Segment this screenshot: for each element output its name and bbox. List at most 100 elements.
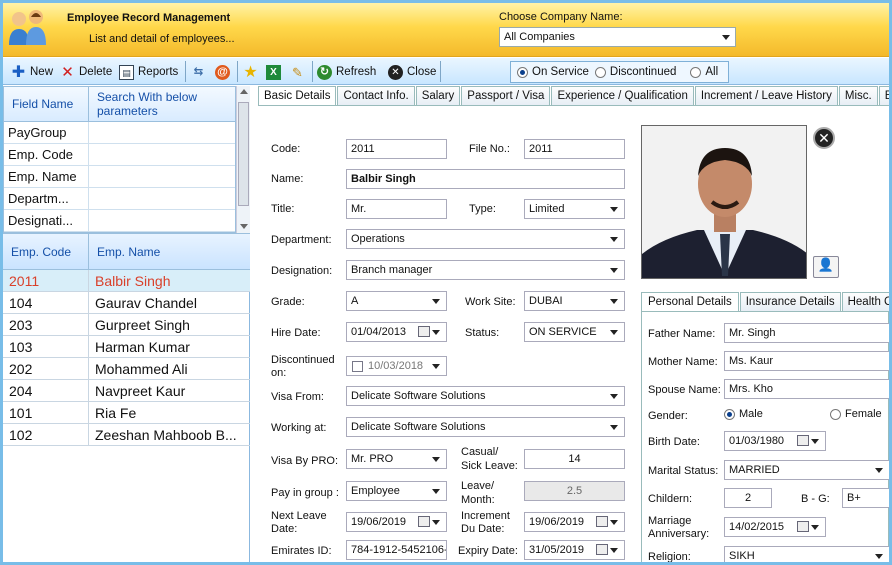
blood-group-label: B - G: [801, 493, 830, 505]
work-site-select[interactable]: DUBAI [524, 291, 625, 311]
tab-expense[interactable]: Expense [878, 86, 889, 105]
visa-pro-select[interactable]: Mr. PRO [346, 449, 447, 469]
gender-female-radio[interactable] [830, 408, 841, 420]
search-row[interactable]: PayGroup [4, 122, 235, 144]
scroll-up-icon[interactable] [240, 89, 248, 94]
expiry-date-picker[interactable]: 31/05/2019 [524, 540, 625, 560]
discontinued-date-value: 10/03/2018 [368, 360, 424, 372]
emp-code-header[interactable]: Emp. Code [3, 234, 89, 270]
tab-health-card[interactable]: Health Card [841, 292, 889, 311]
calendar-icon[interactable] [797, 521, 809, 532]
tab-experience[interactable]: Experience / Qualification [551, 86, 694, 105]
employee-row[interactable]: 203 Gurpreet Singh [3, 314, 250, 336]
code-field[interactable]: 2011 [346, 139, 447, 159]
tab-insurance-details[interactable]: Insurance Details [739, 292, 841, 311]
gender-female-option[interactable]: Female [828, 408, 882, 420]
search-value-cell[interactable] [89, 188, 235, 209]
search-scrollbar[interactable] [236, 86, 250, 233]
discontinued-date-picker[interactable]: 10/03/2018 [346, 356, 447, 376]
delete-button[interactable]: ✕ Delete [60, 62, 112, 82]
designation-label: Designation: [271, 265, 333, 277]
marital-status-select[interactable]: MARRIED [724, 460, 889, 480]
calendar-icon[interactable] [418, 516, 430, 527]
calendar-icon[interactable] [418, 326, 430, 337]
scroll-thumb[interactable] [238, 102, 249, 206]
filter-all-radio[interactable] [690, 66, 702, 78]
company-select[interactable]: All Companies [499, 27, 736, 47]
employee-row[interactable]: 103 Harman Kumar [3, 336, 250, 358]
search-field-label: PayGroup [4, 122, 89, 143]
increment-date-picker[interactable]: 19/06/2019 [524, 512, 625, 532]
search-value-cell[interactable] [89, 122, 235, 143]
export-button[interactable]: ⇆ [191, 62, 206, 82]
working-at-select[interactable]: Delicate Software Solutions [346, 417, 625, 437]
religion-select[interactable]: SIKH [724, 546, 889, 562]
mother-name-field[interactable]: Ms. Kaur [724, 351, 889, 371]
children-field[interactable]: 2 [724, 488, 772, 508]
calendar-icon[interactable] [596, 544, 608, 555]
reports-button[interactable]: ▤ Reports [119, 62, 178, 82]
search-value-cell[interactable] [89, 166, 235, 187]
tab-increment-leave[interactable]: Increment / Leave History [694, 86, 838, 105]
employee-row[interactable]: 2011 Balbir Singh [3, 270, 250, 292]
father-name-field[interactable]: Mr. Singh [724, 323, 889, 343]
title-field[interactable]: Mr. [346, 199, 447, 219]
type-select[interactable]: Limited [524, 199, 625, 219]
tab-contact-info[interactable]: Contact Info. [337, 86, 415, 105]
visa-from-select[interactable]: Delicate Software Solutions [346, 386, 625, 406]
pay-group-label: Pay in group : [271, 487, 339, 499]
close-button[interactable]: ✕ Close [388, 62, 436, 82]
calendar-icon[interactable] [797, 435, 809, 446]
status-select[interactable]: ON SERVICE [524, 322, 625, 342]
discontinued-checkbox[interactable] [352, 361, 363, 372]
app-title: Employee Record Management [67, 12, 231, 24]
gender-male-radio[interactable] [724, 408, 735, 420]
filter-on-service-radio[interactable] [517, 66, 528, 78]
anniversary-date-picker[interactable]: 14/02/2015 [724, 517, 826, 537]
emirates-id-field[interactable]: 784-1912-5452106- [346, 540, 447, 560]
search-row[interactable]: Emp. Code [4, 144, 235, 166]
employee-row[interactable]: 101 Ria Fe [3, 402, 250, 424]
search-value-cell[interactable] [89, 210, 235, 231]
search-row[interactable]: Emp. Name [4, 166, 235, 188]
employee-row[interactable]: 204 Navpreet Kaur [3, 380, 250, 402]
hire-date-picker[interactable]: 01/04/2013 [346, 322, 447, 342]
employee-row[interactable]: 102 Zeeshan Mahboob B... [3, 424, 250, 446]
refresh-button[interactable]: ↻ Refresh [317, 62, 376, 82]
next-leave-date-picker[interactable]: 19/06/2019 [346, 512, 447, 532]
employee-row[interactable]: 202 Mohammed Ali [3, 358, 250, 380]
calendar-icon[interactable] [596, 516, 608, 527]
search-row[interactable]: Designati... [4, 210, 235, 232]
department-select[interactable]: Operations [346, 229, 625, 249]
casual-leave-field[interactable]: 14 [524, 449, 625, 469]
gender-male-option[interactable]: Male [722, 408, 763, 420]
employee-row[interactable]: 104 Gaurav Chandel [3, 292, 250, 314]
file-no-field[interactable]: 2011 [524, 139, 625, 159]
birth-date-picker[interactable]: 01/03/1980 [724, 431, 826, 451]
tab-personal-details[interactable]: Personal Details [641, 292, 739, 312]
favorite-button[interactable]: ★ [243, 62, 258, 82]
search-value-cell[interactable] [89, 144, 235, 165]
leave-month-field[interactable]: 2.5 [524, 481, 625, 501]
spouse-name-field[interactable]: Mrs. Kho [724, 379, 889, 399]
new-button[interactable]: ✚ New [11, 62, 53, 82]
tab-basic-details[interactable]: Basic Details [258, 86, 337, 106]
email-button[interactable]: @ [215, 62, 230, 82]
change-photo-button[interactable]: 👤 [813, 256, 839, 278]
emp-name-header[interactable]: Emp. Name [89, 234, 250, 270]
blood-group-field[interactable]: B+ [842, 488, 889, 508]
remove-photo-button[interactable]: ✕ [813, 127, 835, 149]
tab-passport-visa[interactable]: Passport / Visa [461, 86, 551, 105]
tab-salary[interactable]: Salary [415, 86, 461, 105]
pay-group-select[interactable]: Employee [346, 481, 447, 501]
filter-discontinued-radio[interactable] [594, 66, 606, 78]
scroll-down-icon[interactable] [240, 224, 248, 229]
emp-code-cell: 103 [3, 336, 89, 357]
search-row[interactable]: Departm... [4, 188, 235, 210]
grade-select[interactable]: A [346, 291, 447, 311]
designation-select[interactable]: Branch manager [346, 260, 625, 280]
name-field[interactable]: Balbir Singh [346, 169, 625, 189]
clear-button[interactable]: ✎ [290, 62, 305, 82]
tab-misc[interactable]: Misc. [838, 86, 878, 105]
excel-button[interactable]: X [266, 62, 281, 82]
